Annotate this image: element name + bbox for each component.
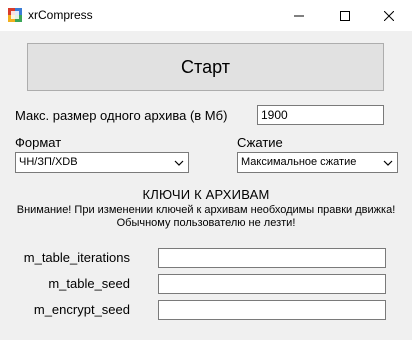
table-iterations-input[interactable] bbox=[158, 248, 386, 268]
table-seed-input[interactable] bbox=[158, 274, 386, 294]
minimize-button[interactable] bbox=[276, 0, 322, 31]
compression-select[interactable]: Максимальное сжатие bbox=[237, 152, 398, 173]
main-panel: Старт Макс. размер одного архива (в Мб) … bbox=[0, 31, 412, 340]
key-label-table-iterations: m_table_iterations bbox=[23, 250, 130, 265]
warning-text: Внимание! При изменении ключей к архивам… bbox=[0, 204, 412, 230]
max-size-label: Макс. размер одного архива (в Мб) bbox=[15, 108, 228, 123]
title-bar[interactable]: xrCompress bbox=[0, 0, 412, 31]
close-icon bbox=[384, 10, 394, 21]
format-label: Формат bbox=[15, 135, 62, 150]
maximize-icon bbox=[340, 10, 350, 21]
close-button[interactable] bbox=[366, 0, 412, 31]
format-select-value: ЧН/ЗП/XDB bbox=[19, 156, 78, 168]
keys-header: КЛЮЧИ К АРХИВАМ bbox=[142, 187, 270, 202]
max-size-input[interactable] bbox=[257, 105, 384, 125]
warning-line-1: Внимание! При изменении ключей к архивам… bbox=[16, 204, 396, 216]
minimize-icon bbox=[294, 15, 304, 16]
app-icon bbox=[8, 8, 22, 22]
key-label-table-seed: m_table_seed bbox=[48, 276, 130, 291]
compression-label: Сжатие bbox=[237, 135, 283, 150]
chevron-down-icon bbox=[174, 160, 184, 166]
compression-select-value: Максимальное сжатие bbox=[241, 156, 357, 168]
key-label-encrypt-seed: m_encrypt_seed bbox=[33, 302, 130, 317]
warning-line-2: Обычному пользователю не лезти! bbox=[116, 217, 296, 229]
window-title: xrCompress bbox=[28, 8, 93, 22]
maximize-button[interactable] bbox=[322, 0, 368, 31]
format-select[interactable]: ЧН/ЗП/XDB bbox=[15, 152, 189, 173]
chevron-down-icon bbox=[383, 160, 393, 166]
start-button[interactable]: Старт bbox=[27, 43, 384, 91]
encrypt-seed-input[interactable] bbox=[158, 300, 386, 320]
